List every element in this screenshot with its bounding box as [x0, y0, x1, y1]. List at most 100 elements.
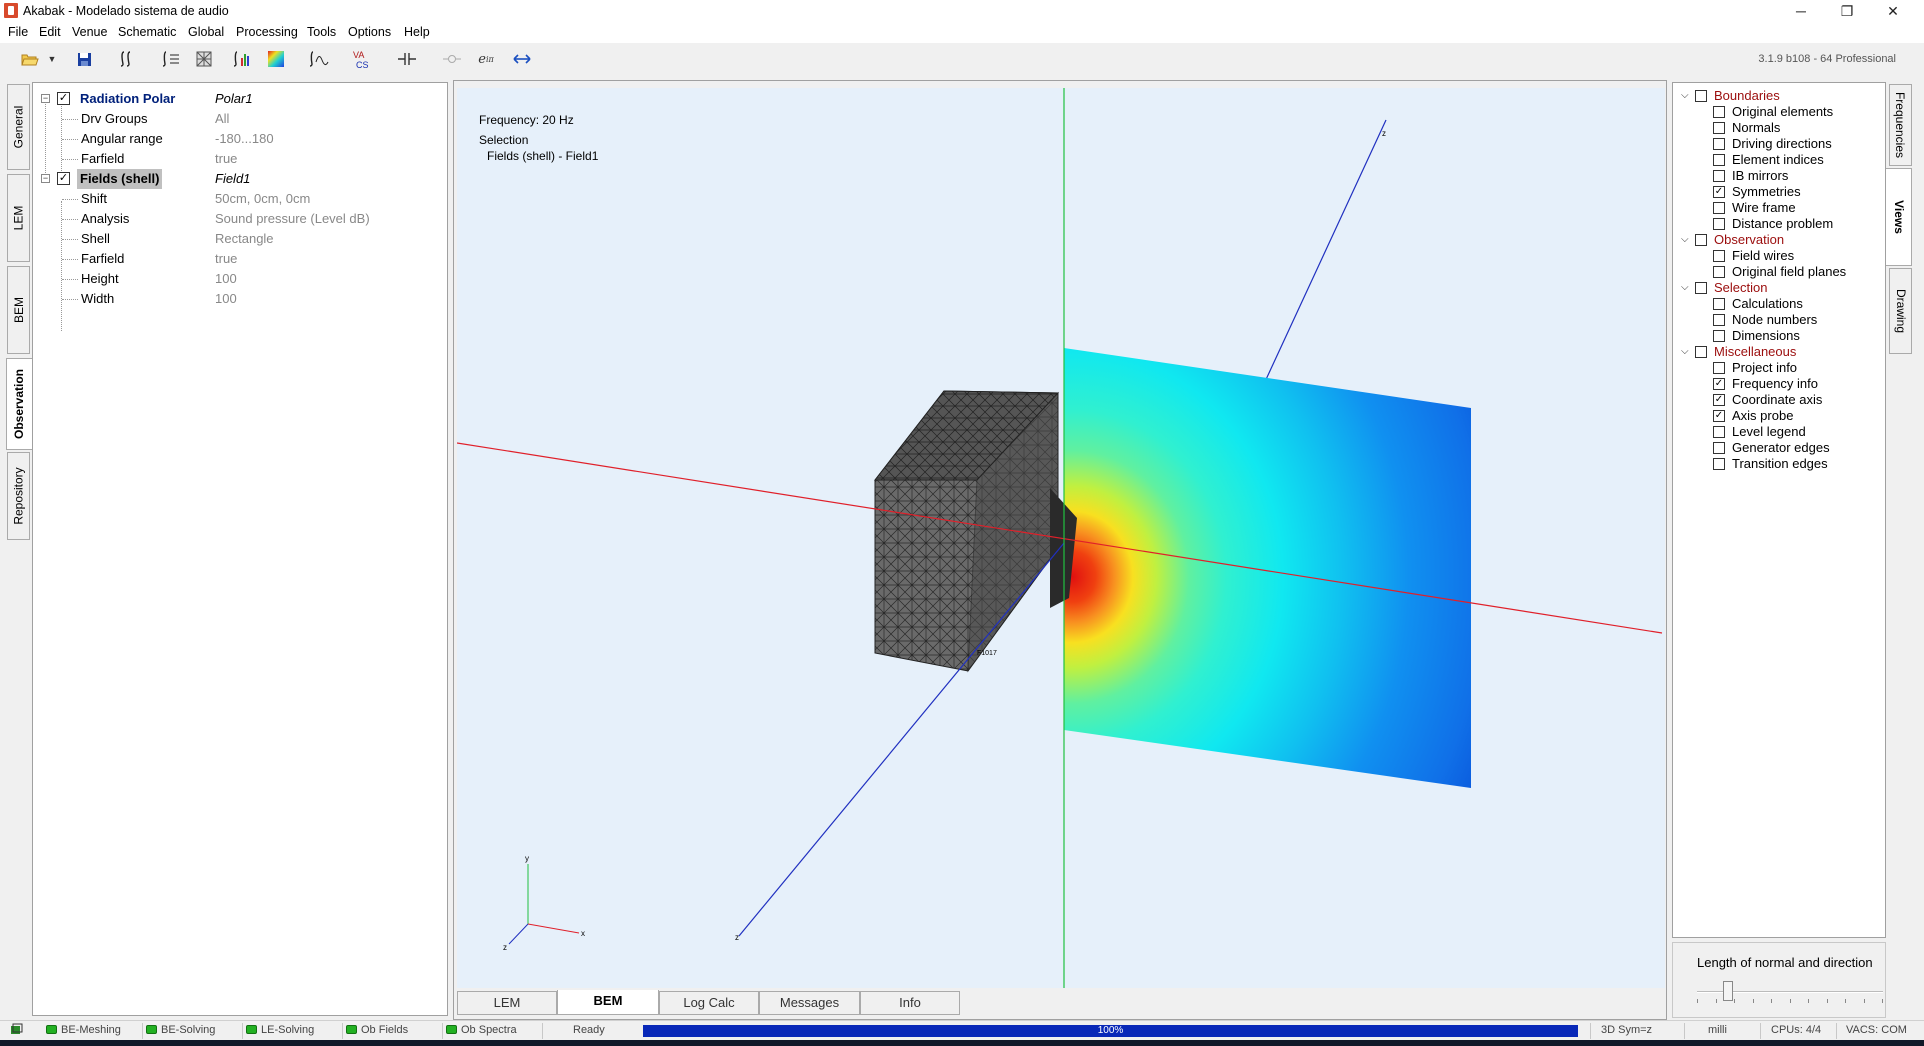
left-vertical-tabs: General LEM BEM Observation Repository: [4, 80, 32, 1020]
tab-messages[interactable]: Messages: [759, 991, 860, 1015]
option-checkbox[interactable]: [1713, 298, 1725, 310]
option-checkbox[interactable]: [1713, 154, 1725, 166]
property-value[interactable]: true: [215, 149, 237, 169]
property-row[interactable]: Drv Groups All: [33, 109, 447, 129]
property-row[interactable]: Height 100: [33, 269, 447, 289]
fields-shell-checkbox[interactable]: ✓: [57, 172, 70, 185]
slider-tick: [1697, 999, 1698, 1003]
menu-venue[interactable]: Venue: [72, 25, 107, 39]
menu-file[interactable]: File: [8, 25, 28, 39]
color-map-icon[interactable]: [264, 47, 288, 71]
property-value[interactable]: -180...180: [215, 129, 274, 149]
dropdown-arrow-icon[interactable]: ▼: [46, 47, 58, 71]
option-checkbox[interactable]: [1713, 266, 1725, 278]
selection-label: Selection: [479, 133, 529, 147]
tab-lem[interactable]: LEM: [7, 174, 30, 262]
property-value[interactable]: All: [215, 109, 229, 129]
status-tool-icon[interactable]: [10, 1023, 24, 1040]
option-checkbox-checked[interactable]: ✓: [1713, 394, 1725, 406]
property-row[interactable]: Width 100: [33, 289, 447, 309]
property-value[interactable]: true: [215, 249, 237, 269]
tab-repository[interactable]: Repository: [7, 452, 30, 540]
integral-wave-icon[interactable]: [307, 47, 331, 71]
3d-viewport[interactable]: z z F1017 y x z Frequency: 20 Hz Selecti…: [457, 88, 1665, 988]
property-value[interactable]: 100: [215, 269, 237, 289]
option-checkbox[interactable]: [1713, 426, 1725, 438]
save-icon[interactable]: [72, 47, 96, 71]
chevron-down-icon[interactable]: ⌵: [1681, 88, 1689, 104]
property-row[interactable]: Farfield true: [33, 149, 447, 169]
tab-lem-bottom[interactable]: LEM: [457, 991, 557, 1015]
menu-processing[interactable]: Processing: [236, 25, 298, 39]
integral-bars-icon[interactable]: [230, 47, 254, 71]
tab-general[interactable]: General: [7, 84, 30, 170]
radiation-polar-checkbox[interactable]: ✓: [57, 92, 70, 105]
property-row[interactable]: Shell Rectangle: [33, 229, 447, 249]
property-value[interactable]: Rectangle: [215, 229, 274, 249]
tab-info[interactable]: Info: [860, 991, 960, 1015]
option-checkbox-checked[interactable]: ✓: [1713, 410, 1725, 422]
option-label: Axis probe: [1732, 408, 1794, 423]
minimize-button[interactable]: ─: [1778, 0, 1824, 22]
tab-drawing[interactable]: Drawing: [1889, 268, 1912, 354]
option-checkbox[interactable]: [1713, 442, 1725, 454]
menu-schematic[interactable]: Schematic: [118, 25, 176, 39]
menu-tools[interactable]: Tools: [307, 25, 336, 39]
property-row[interactable]: Analysis Sound pressure (Level dB): [33, 209, 447, 229]
property-value[interactable]: Sound pressure (Level dB): [215, 209, 370, 229]
integral-icon[interactable]: [115, 47, 139, 71]
tab-frequencies[interactable]: Frequencies: [1889, 84, 1912, 166]
option-checkbox[interactable]: [1713, 138, 1725, 150]
group-checkbox[interactable]: [1695, 282, 1707, 294]
capacitor-icon[interactable]: [395, 47, 419, 71]
property-row[interactable]: Farfield true: [33, 249, 447, 269]
option-checkbox[interactable]: [1713, 218, 1725, 230]
menu-global[interactable]: Global: [188, 25, 224, 39]
property-value[interactable]: 100: [215, 289, 237, 309]
option-checkbox[interactable]: [1713, 458, 1725, 470]
option-checkbox[interactable]: [1713, 362, 1725, 374]
option-checkbox-checked[interactable]: ✓: [1713, 186, 1725, 198]
integral-list-icon[interactable]: [159, 47, 183, 71]
property-row[interactable]: Shift 50cm, 0cm, 0cm: [33, 189, 447, 209]
option-checkbox[interactable]: [1713, 170, 1725, 182]
radiation-polar-row[interactable]: − ✓ Radiation Polar Polar1: [33, 89, 447, 109]
fields-shell-row[interactable]: − ✓ Fields (shell) Field1: [33, 169, 447, 189]
tab-views[interactable]: Views: [1886, 168, 1912, 266]
tab-bem-bottom[interactable]: BEM: [557, 990, 659, 1015]
tab-log-calc[interactable]: Log Calc: [659, 991, 759, 1015]
horizontal-arrows-icon[interactable]: [510, 47, 534, 71]
menu-edit[interactable]: Edit: [39, 25, 61, 39]
tab-observation[interactable]: Observation: [6, 358, 32, 450]
menu-options[interactable]: Options: [348, 25, 391, 39]
chevron-down-icon[interactable]: ⌵: [1681, 232, 1689, 248]
restore-button[interactable]: ❐: [1824, 0, 1870, 22]
option-checkbox-checked[interactable]: ✓: [1713, 378, 1725, 390]
collapse-icon[interactable]: −: [41, 174, 50, 183]
option-checkbox[interactable]: [1713, 106, 1725, 118]
option-checkbox[interactable]: [1713, 314, 1725, 326]
scene-svg[interactable]: z z F1017 y x z: [457, 88, 1665, 988]
property-row[interactable]: Angular range -180...180: [33, 129, 447, 149]
probe-disabled-icon[interactable]: [440, 47, 464, 71]
close-button[interactable]: ✕: [1870, 0, 1916, 22]
option-checkbox[interactable]: [1713, 202, 1725, 214]
option-checkbox[interactable]: [1713, 250, 1725, 262]
group-checkbox[interactable]: [1695, 90, 1707, 102]
chevron-down-icon[interactable]: ⌵: [1681, 280, 1689, 296]
open-folder-icon[interactable]: [18, 47, 42, 71]
group-checkbox[interactable]: [1695, 234, 1707, 246]
property-value[interactable]: 50cm, 0cm, 0cm: [215, 189, 310, 209]
group-checkbox[interactable]: [1695, 346, 1707, 358]
collapse-icon[interactable]: −: [41, 94, 50, 103]
chevron-down-icon[interactable]: ⌵: [1681, 344, 1689, 360]
slider-thumb[interactable]: [1723, 981, 1733, 1001]
mesh-grid-icon[interactable]: [192, 47, 216, 71]
normal-length-slider[interactable]: [1697, 981, 1883, 1003]
option-checkbox[interactable]: [1713, 122, 1725, 134]
vacs-icon[interactable]: VA CS: [351, 47, 375, 71]
option-checkbox[interactable]: [1713, 330, 1725, 342]
exponential-icon[interactable]: e iπ: [474, 47, 498, 71]
menu-help[interactable]: Help: [404, 25, 430, 39]
tab-bem[interactable]: BEM: [7, 266, 30, 354]
